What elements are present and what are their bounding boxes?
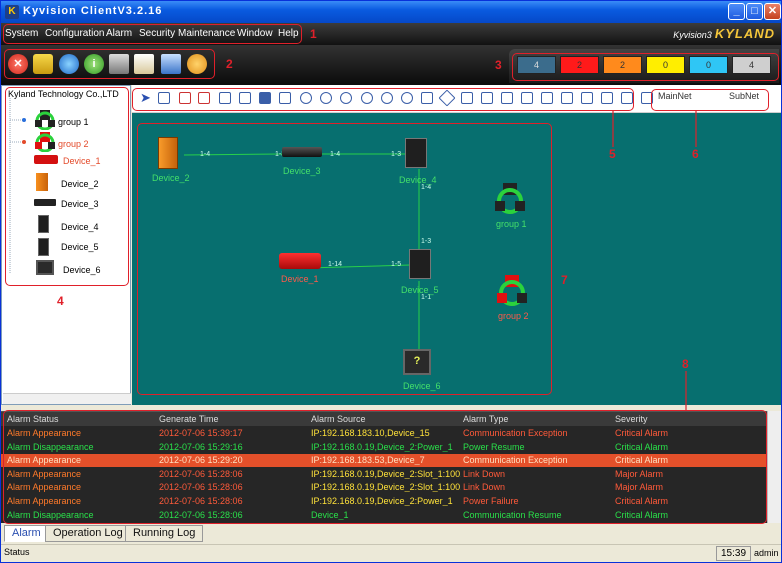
annotation-leaders xyxy=(612,111,697,410)
main-window: K Kyvision ClientV3.2.16 _ □ ✕ System Co… xyxy=(0,0,782,563)
